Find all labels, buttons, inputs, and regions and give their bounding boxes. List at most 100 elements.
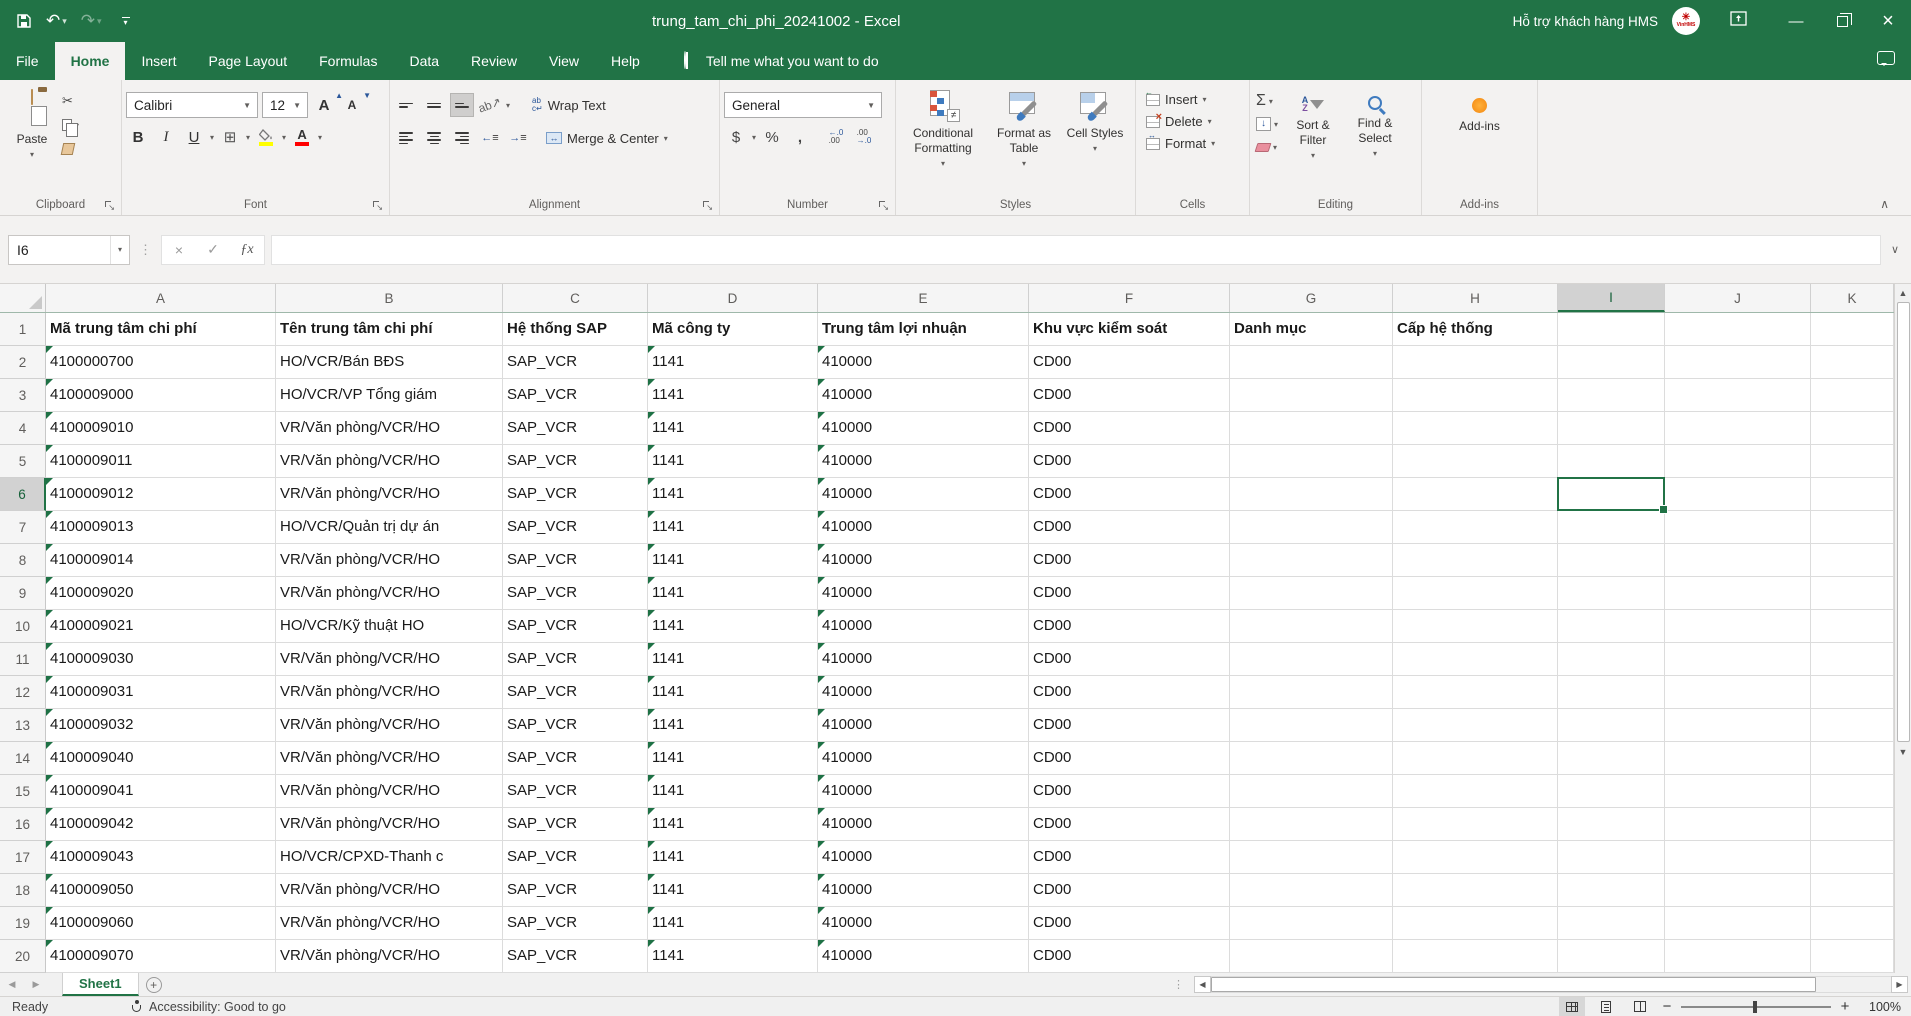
bottom-align-button[interactable]: [450, 93, 474, 117]
font-name-combobox[interactable]: Calibri▼: [126, 92, 258, 118]
cell-I9[interactable]: [1558, 577, 1665, 610]
cell-I1[interactable]: [1558, 313, 1665, 346]
font-size-combobox[interactable]: 12▼: [262, 92, 308, 118]
format-as-table-button[interactable]: Format as Table ▾: [986, 84, 1062, 171]
cell-E9[interactable]: 410000: [818, 577, 1029, 610]
horizontal-scrollbar-track[interactable]: [1211, 976, 1891, 993]
cell-C3[interactable]: SAP_VCR: [503, 379, 648, 412]
cell-E1[interactable]: Trung tâm lợi nhuận: [818, 313, 1029, 346]
font-name-caret-icon[interactable]: ▼: [237, 101, 257, 110]
cell-J5[interactable]: [1665, 445, 1811, 478]
vertical-scrollbar-thumb[interactable]: [1897, 302, 1910, 742]
cell-G18[interactable]: [1230, 874, 1393, 907]
cell-A5[interactable]: 4100009011: [46, 445, 276, 478]
cell-C9[interactable]: SAP_VCR: [503, 577, 648, 610]
cell-E12[interactable]: 410000: [818, 676, 1029, 709]
cell-F16[interactable]: CD00: [1029, 808, 1230, 841]
cell-C8[interactable]: SAP_VCR: [503, 544, 648, 577]
cell-K16[interactable]: [1811, 808, 1894, 841]
name-box[interactable]: I6 ▾: [8, 235, 130, 265]
format-painter-button[interactable]: [62, 140, 79, 158]
cell-H20[interactable]: [1393, 940, 1558, 973]
cell-B9[interactable]: VR/Văn phòng/VCR/HO: [276, 577, 503, 610]
tab-insert[interactable]: Insert: [125, 42, 192, 80]
cell-I4[interactable]: [1558, 412, 1665, 445]
cell-F7[interactable]: CD00: [1029, 511, 1230, 544]
row-header-12[interactable]: 12: [0, 676, 46, 709]
cell-H10[interactable]: [1393, 610, 1558, 643]
cell-J7[interactable]: [1665, 511, 1811, 544]
row-header-17[interactable]: 17: [0, 841, 46, 874]
paste-button[interactable]: Paste ▾: [4, 84, 60, 162]
cell-D12[interactable]: 1141: [648, 676, 818, 709]
tab-review[interactable]: Review: [455, 42, 533, 80]
cell-K5[interactable]: [1811, 445, 1894, 478]
cell-C10[interactable]: SAP_VCR: [503, 610, 648, 643]
cell-B11[interactable]: VR/Văn phòng/VCR/HO: [276, 643, 503, 676]
cell-J12[interactable]: [1665, 676, 1811, 709]
customize-quick-access-button[interactable]: ▾: [122, 17, 130, 26]
cell-F2[interactable]: CD00: [1029, 346, 1230, 379]
cell-H9[interactable]: [1393, 577, 1558, 610]
cell-styles-button[interactable]: Cell Styles ▾: [1062, 84, 1128, 156]
comma-style-button[interactable]: ,: [788, 125, 812, 149]
column-header-A[interactable]: A: [46, 284, 276, 312]
autosum-button[interactable]: Σ▾: [1256, 92, 1278, 110]
normal-view-button[interactable]: [1559, 997, 1585, 1016]
row-header-14[interactable]: 14: [0, 742, 46, 775]
tell-me-box[interactable]: Tell me what you want to do: [684, 42, 879, 80]
addins-button[interactable]: Add-ins: [1443, 84, 1517, 134]
row-header-15[interactable]: 15: [0, 775, 46, 808]
cell-C14[interactable]: SAP_VCR: [503, 742, 648, 775]
cell-E8[interactable]: 410000: [818, 544, 1029, 577]
cell-G16[interactable]: [1230, 808, 1393, 841]
cell-J18[interactable]: [1665, 874, 1811, 907]
row-header-1[interactable]: 1: [0, 313, 46, 346]
cell-K8[interactable]: [1811, 544, 1894, 577]
cell-K13[interactable]: [1811, 709, 1894, 742]
cell-F13[interactable]: CD00: [1029, 709, 1230, 742]
number-dialog-launcher[interactable]: [877, 199, 889, 211]
zoom-out-button[interactable]: −: [1661, 998, 1673, 1015]
cell-H17[interactable]: [1393, 841, 1558, 874]
cell-A2[interactable]: 4100000700: [46, 346, 276, 379]
cell-F8[interactable]: CD00: [1029, 544, 1230, 577]
cell-H2[interactable]: [1393, 346, 1558, 379]
cell-K1[interactable]: [1811, 313, 1894, 346]
column-header-C[interactable]: C: [503, 284, 648, 312]
cell-K9[interactable]: [1811, 577, 1894, 610]
cell-A12[interactable]: 4100009031: [46, 676, 276, 709]
cell-E10[interactable]: 410000: [818, 610, 1029, 643]
cell-B14[interactable]: VR/Văn phòng/VCR/HO: [276, 742, 503, 775]
cell-K15[interactable]: [1811, 775, 1894, 808]
clipboard-dialog-launcher[interactable]: [103, 199, 115, 211]
row-header-4[interactable]: 4: [0, 412, 46, 445]
close-button[interactable]: ×: [1865, 0, 1911, 42]
font-dialog-launcher[interactable]: [371, 199, 383, 211]
cell-I6[interactable]: [1558, 478, 1665, 511]
cell-D19[interactable]: 1141: [648, 907, 818, 940]
cell-F20[interactable]: CD00: [1029, 940, 1230, 973]
cell-K6[interactable]: [1811, 478, 1894, 511]
cell-J10[interactable]: [1665, 610, 1811, 643]
cell-A8[interactable]: 4100009014: [46, 544, 276, 577]
cell-J20[interactable]: [1665, 940, 1811, 973]
cell-K14[interactable]: [1811, 742, 1894, 775]
row-header-7[interactable]: 7: [0, 511, 46, 544]
tab-formulas[interactable]: Formulas: [303, 42, 393, 80]
merge-center-button[interactable]: ↔ Merge & Center ▾: [542, 125, 672, 151]
cell-J1[interactable]: [1665, 313, 1811, 346]
cell-J3[interactable]: [1665, 379, 1811, 412]
cell-G10[interactable]: [1230, 610, 1393, 643]
cell-E2[interactable]: 410000: [818, 346, 1029, 379]
scroll-left-icon[interactable]: ◀: [1194, 976, 1211, 993]
format-cells-button[interactable]: Format▾: [1146, 136, 1215, 151]
cell-I7[interactable]: [1558, 511, 1665, 544]
column-header-F[interactable]: F: [1029, 284, 1230, 312]
fill-color-caret-icon[interactable]: ▾: [282, 133, 286, 142]
row-header-2[interactable]: 2: [0, 346, 46, 379]
cell-C11[interactable]: SAP_VCR: [503, 643, 648, 676]
cell-H15[interactable]: [1393, 775, 1558, 808]
cell-E13[interactable]: 410000: [818, 709, 1029, 742]
scroll-right-icon[interactable]: ▶: [1891, 976, 1908, 993]
